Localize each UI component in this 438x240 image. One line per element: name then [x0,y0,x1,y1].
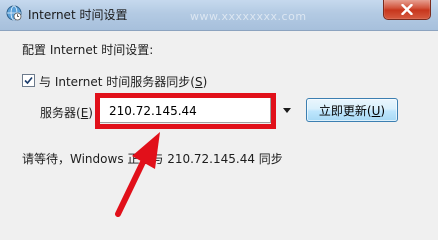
sync-label-text: 与 Internet 时间服务器同步( [39,75,195,89]
server-label-text: 服务器( [40,106,81,120]
server-label-close: ) [88,106,93,120]
update-label-text: 立即更新( [318,104,372,118]
window-title: Internet 时间设置 [28,8,128,22]
status-text: 请等待，Windows 正在与 210.72.145.44 同步 [22,152,283,166]
server-dropdown-button[interactable] [278,97,296,123]
server-label: 服务器(E) [40,104,93,121]
sync-label-accesskey: S [194,75,203,89]
clock-globe-icon [6,5,22,21]
chevron-down-icon [283,107,291,113]
sync-checkbox-label[interactable]: 与 Internet 时间服务器同步(S) [39,73,207,90]
checkmark-icon [24,76,33,85]
config-label: 配置 Internet 时间设置: [22,43,154,57]
server-value[interactable]: 210.72.145.44 [109,104,197,118]
server-combobox[interactable]: 210.72.145.44 [99,97,271,123]
dialog-body [0,31,438,240]
update-now-button[interactable]: 立即更新(U) [306,98,398,122]
close-icon [401,3,413,15]
update-label-close: ) [380,104,386,118]
watermark: www.xxxxxxxx.com [190,10,307,23]
sync-checkbox[interactable] [22,74,35,87]
close-button[interactable] [383,0,431,20]
sync-label-close: ) [202,75,208,89]
title-bar[interactable]: www.xxxxxxxx.com Internet 时间设置 [0,0,438,31]
